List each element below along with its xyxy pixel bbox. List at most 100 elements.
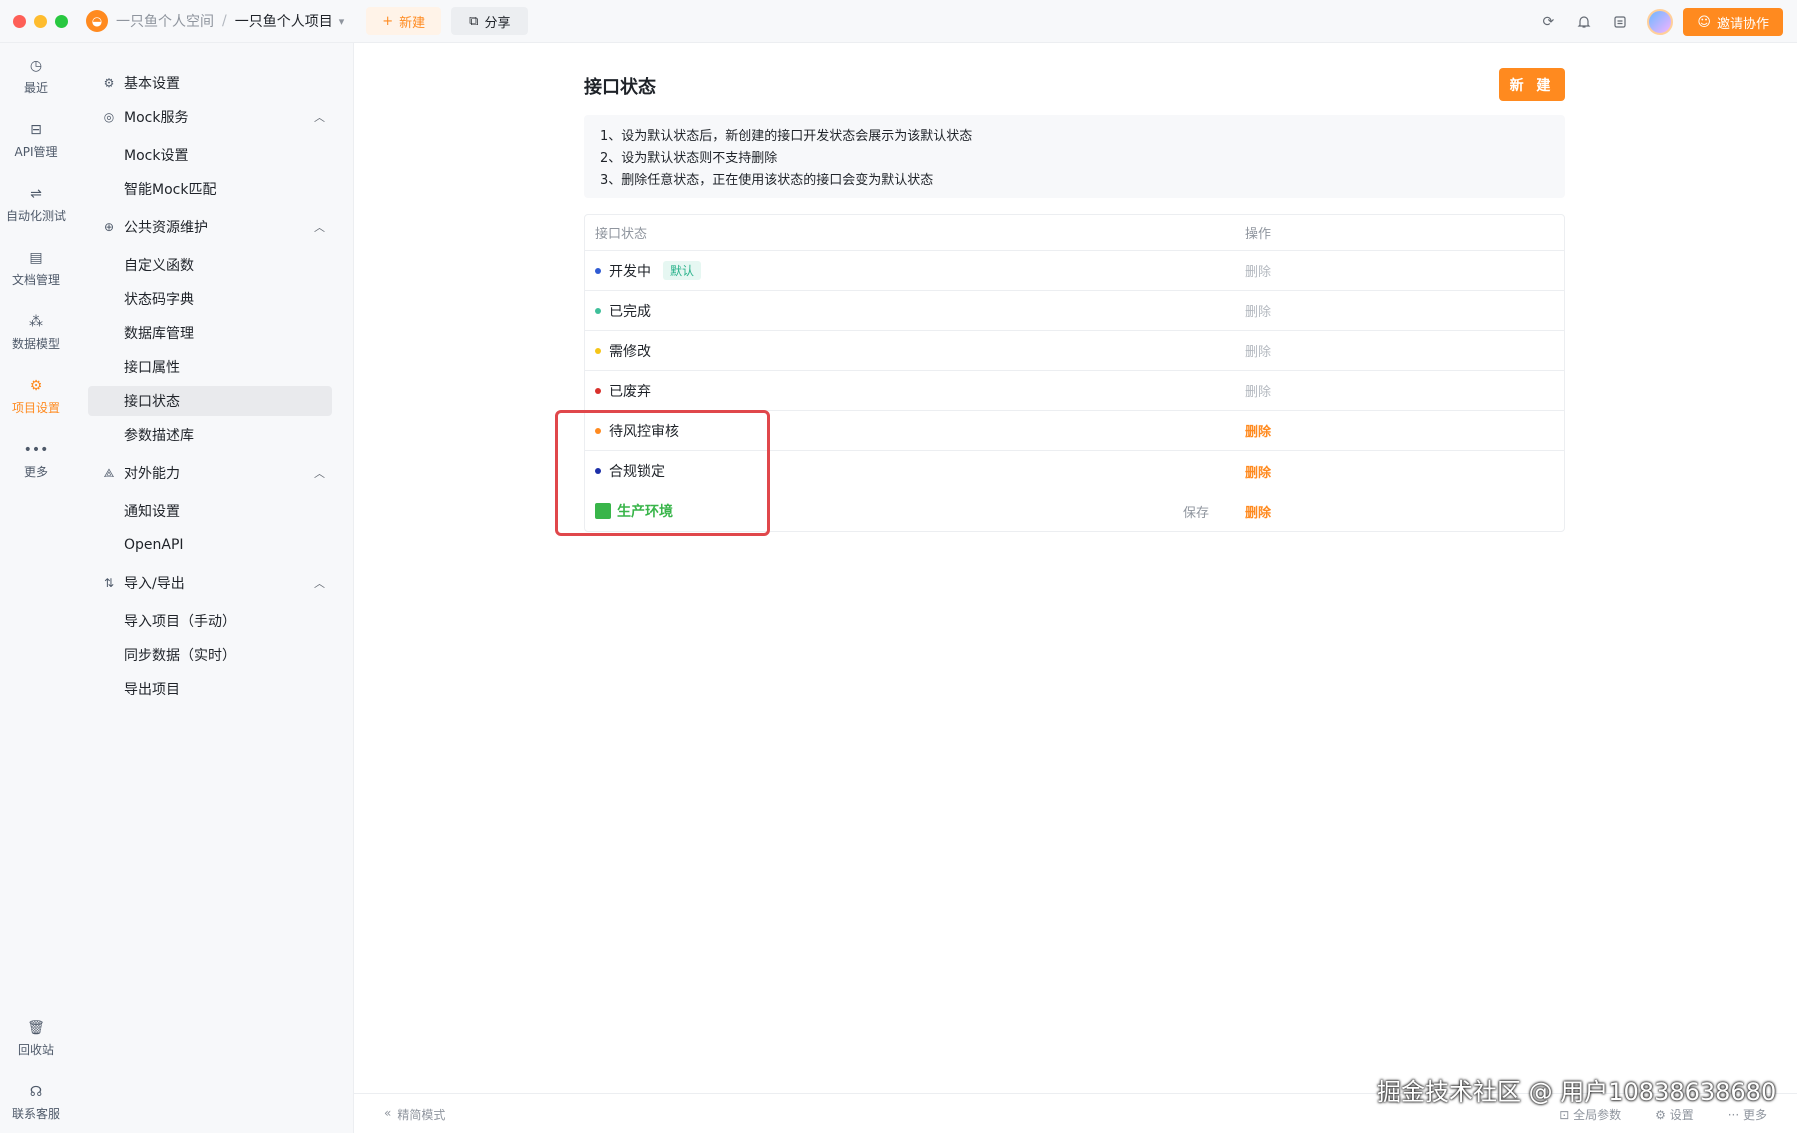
nav-label: Mock服务 — [124, 110, 189, 126]
settings-button[interactable]: ⚙ 设置 — [1655, 1106, 1694, 1123]
delete-link[interactable]: 删除 — [1245, 462, 1271, 481]
automation-icon: ⇌ — [30, 186, 42, 202]
minimize-window-button[interactable] — [34, 14, 47, 28]
simple-mode-label: 精简模式 — [397, 1108, 446, 1122]
rail-item-label: 文档管理 — [11, 273, 60, 287]
nav-group-public[interactable]: ⊕ 公共资源维护 ︿ — [102, 215, 325, 239]
nav-item-param-library[interactable]: 参数描述库 — [88, 420, 332, 450]
rail-item-label: 数据模型 — [11, 337, 60, 351]
nav-item-database[interactable]: 数据库管理 — [88, 318, 332, 348]
delete-link[interactable]: 删除 — [1245, 341, 1271, 360]
rail-item-label: 最近 — [23, 81, 48, 95]
titlebar-new-button[interactable]: + 新建 — [366, 7, 442, 35]
global-params-icon: ⊡ — [1559, 1108, 1574, 1122]
share-icon: ⧉ — [469, 13, 479, 29]
delete-link[interactable]: 删除 — [1245, 421, 1271, 440]
status-name: 开发中 — [609, 263, 651, 280]
status-dot-icon — [595, 307, 601, 314]
delete-link[interactable]: 删除 — [1245, 381, 1271, 400]
headset-icon: ☊ — [29, 1084, 43, 1100]
default-tag: 默认 — [663, 261, 702, 280]
nav-item-custom-functions[interactable]: 自定义函数 — [88, 250, 332, 280]
message-icon[interactable] — [1611, 13, 1629, 31]
rail-item-api[interactable]: ⊟ API管理 — [0, 121, 72, 160]
resource-icon: ⊕ — [103, 220, 115, 234]
rail-item-label: 自动化测试 — [5, 209, 66, 223]
chevron-down-icon[interactable]: ▾ — [339, 15, 345, 28]
status-name: 需修改 — [609, 343, 651, 360]
rail-item-label: 更多 — [23, 465, 48, 479]
api-icon: ⊟ — [30, 122, 42, 138]
rail-item-recent[interactable]: ◷ 最近 — [0, 57, 72, 96]
gear-icon: ⚙ — [103, 76, 115, 90]
nav-basic-settings[interactable]: ⚙ 基本设置 — [102, 71, 325, 95]
title-bar: ◒ 一只鱼个人空间 / 一只鱼个人项目 ▾ + 新建 ⧉ 分享 ⟳ ☺ 邀请协作 — [0, 0, 1797, 43]
nav-item-mock-settings[interactable]: Mock设置 — [88, 140, 332, 170]
nav-item-openapi[interactable]: OpenAPI — [88, 530, 332, 560]
nav-label: 基本设置 — [124, 76, 180, 92]
chevron-up-icon[interactable]: ︿ — [314, 575, 325, 591]
save-link[interactable]: 保存 — [1183, 502, 1209, 521]
breadcrumb-space[interactable]: 一只鱼个人空间 — [116, 11, 214, 31]
nav-item-smart-mock[interactable]: 智能Mock匹配 — [88, 174, 332, 204]
nav-item-sync-data[interactable]: 同步数据（实时） — [88, 640, 332, 670]
note-line: 1、设为默认状态后，新创建的接口开发状态会展示为该默认状态 — [600, 129, 973, 144]
nav-item-notifications[interactable]: 通知设置 — [88, 496, 332, 526]
rail-item-data-model[interactable]: ⁂ 数据模型 — [0, 313, 72, 352]
column-status-header: 接口状态 — [595, 227, 648, 242]
nav-group-external[interactable]: ⟁ 对外能力 ︿ — [102, 461, 325, 485]
refresh-icon[interactable]: ⟳ — [1539, 13, 1557, 31]
trash-icon: 🗑 — [27, 1020, 45, 1036]
share-nodes-icon: ⟁ — [103, 465, 115, 480]
chevron-up-icon[interactable]: ︿ — [314, 219, 325, 235]
data-model-icon: ⁂ — [29, 314, 43, 330]
simple-mode-toggle[interactable]: « 精简模式 — [384, 1106, 445, 1123]
breadcrumb-project[interactable]: 一只鱼个人项目 — [235, 11, 333, 31]
more-button[interactable]: ··· 更多 — [1728, 1106, 1767, 1123]
rail-item-project-settings[interactable]: ⚙ 项目设置 — [0, 377, 72, 416]
delete-link[interactable]: 删除 — [1245, 301, 1271, 320]
rail-item-docs[interactable]: ▤ 文档管理 — [0, 249, 72, 288]
nav-item-api-status[interactable]: 接口状态 — [88, 386, 332, 416]
rail-item-label: 项目设置 — [11, 401, 60, 415]
nav-item-api-attributes[interactable]: 接口属性 — [88, 352, 332, 382]
rail-item-trash[interactable]: 🗑 回收站 — [0, 1019, 72, 1058]
new-status-button[interactable]: 新 建 — [1499, 68, 1565, 101]
nav-item-import-manual[interactable]: 导入项目（手动） — [88, 606, 332, 636]
nav-label: 公共资源维护 — [124, 220, 208, 236]
app-logo-icon: ◒ — [86, 10, 108, 32]
more-icon: ••• — [23, 442, 49, 458]
settings-label: 设置 — [1669, 1108, 1694, 1122]
mock-icon: ◎ — [103, 110, 115, 124]
delete-link[interactable]: 删除 — [1245, 261, 1271, 280]
status-dot-icon — [595, 387, 601, 394]
bell-icon[interactable] — [1575, 13, 1593, 31]
close-window-button[interactable] — [13, 14, 26, 28]
note-line: 2、设为默认状态则不支持删除 — [600, 151, 778, 166]
project-settings-icon: ⚙ — [29, 378, 43, 394]
global-params-button[interactable]: ⊡ 全局参数 — [1559, 1106, 1621, 1123]
rail-item-label: API管理 — [14, 145, 58, 159]
nav-item-status-codes[interactable]: 状态码字典 — [88, 284, 332, 314]
rail-item-support[interactable]: ☊ 联系客服 — [0, 1083, 72, 1122]
import-export-icon: ⇅ — [103, 576, 115, 590]
chevron-up-icon[interactable]: ︿ — [314, 465, 325, 481]
chevron-up-icon[interactable]: ︿ — [314, 109, 325, 125]
user-plus-icon: ☺ — [1697, 14, 1711, 30]
share-button[interactable]: ⧉ 分享 — [451, 7, 529, 35]
maximize-window-button[interactable] — [55, 14, 68, 28]
history-icon: ◷ — [29, 58, 43, 74]
rail-item-more[interactable]: ••• 更多 — [0, 441, 72, 480]
rail-item-automation[interactable]: ⇌ 自动化测试 — [0, 185, 72, 224]
invite-button[interactable]: ☺ 邀请协作 — [1683, 8, 1783, 36]
nav-item-export[interactable]: 导出项目 — [88, 674, 332, 704]
column-action-header: 操作 — [1245, 227, 1272, 242]
nav-group-mock[interactable]: ◎ Mock服务 ︿ — [102, 105, 325, 129]
avatar[interactable] — [1647, 9, 1674, 35]
rail-item-label: 联系客服 — [11, 1107, 60, 1121]
status-dot-icon — [595, 267, 601, 274]
titlebar-new-label: 新建 — [399, 15, 426, 31]
nav-group-import-export[interactable]: ⇅ 导入/导出 ︿ — [102, 571, 325, 595]
status-name: 已废弃 — [609, 383, 651, 400]
delete-link[interactable]: 删除 — [1245, 502, 1271, 521]
